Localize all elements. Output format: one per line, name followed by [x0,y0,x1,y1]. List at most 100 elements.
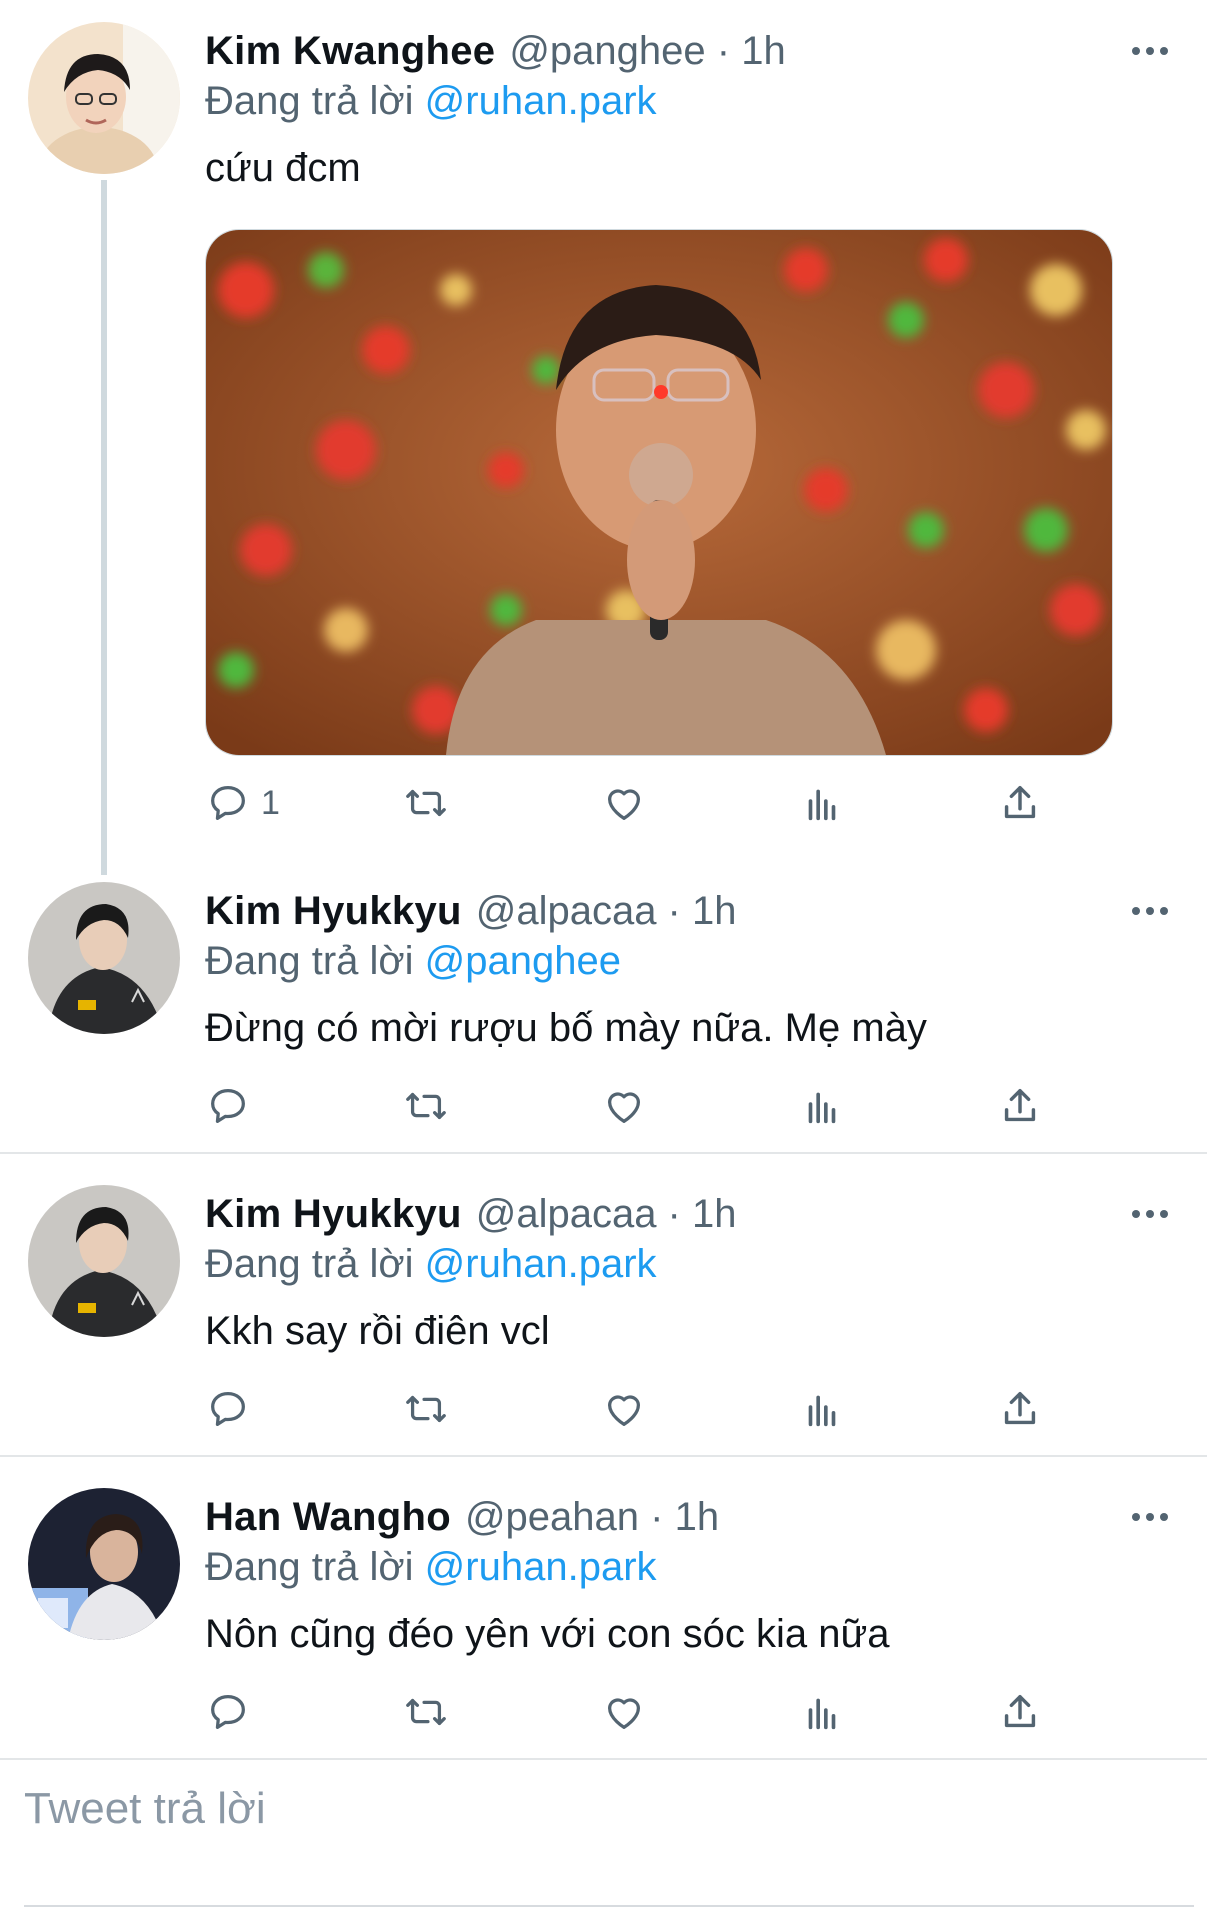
reply-count: 1 [261,783,280,822]
analytics-icon [808,1092,836,1124]
divider [0,1758,1207,1760]
analytics-icon [808,1395,836,1427]
share-icon [1004,1391,1036,1425]
more-button[interactable] [1120,891,1180,931]
author-name[interactable]: Kim Hyukkyu [205,1192,462,1236]
tweet[interactable]: Kim Kwanghee @panghee · 1h Đang trả lời @… [0,0,1207,860]
analytics-button[interactable] [799,1682,845,1742]
more-button[interactable] [1120,31,1180,71]
tweet[interactable]: Kim Hyukkyu @alpacaa · 1h Đang trả lời @r… [0,1163,1207,1463]
tweet-text: Đừng có mời rượu bố mày nữa. Mẹ mày [205,1006,927,1050]
more-button[interactable] [1120,1497,1180,1537]
more-icon-dot [1132,47,1140,55]
reply-button[interactable] [205,1682,251,1742]
author-handle[interactable]: @alpacaa · 1h [476,889,737,933]
like-icon [607,789,641,820]
replying-prefix: Đang trả lời [205,79,414,123]
tweet-actions [205,1682,1085,1742]
author-handle[interactable]: @panghee · 1h [509,29,785,73]
analytics-button[interactable] [799,773,845,833]
tweet-actions: 1 [205,773,1085,833]
composer-underline [24,1905,1194,1907]
tweet-actions [205,1379,1085,1439]
more-icon-dot [1146,1513,1154,1521]
avatar[interactable] [28,1185,180,1337]
reply-mention-link[interactable]: @panghee [425,939,621,983]
avatar[interactable] [28,1488,180,1640]
reply-button[interactable]: 1 [205,773,280,833]
avatar-photo [28,882,180,1034]
tweet-media-video[interactable] [205,229,1113,756]
like-icon [607,1092,641,1123]
retweet-icon [406,1092,446,1120]
tweet-text: Nôn cũng đéo yên với con sóc kia nữa [205,1612,890,1656]
analytics-button[interactable] [799,1076,845,1136]
share-button[interactable] [997,773,1043,833]
reply-mention-link[interactable]: @ruhan.park [425,1545,657,1589]
retweet-button[interactable] [403,1379,449,1439]
retweet-button[interactable] [403,1076,449,1136]
share-button[interactable] [997,1682,1043,1742]
retweet-button[interactable] [403,1682,449,1742]
reply-mention-link[interactable]: @ruhan.park [425,79,657,123]
reply-icon [211,786,245,820]
more-icon-dot [1132,907,1140,915]
reply-mention-link[interactable]: @ruhan.park [425,1242,657,1286]
more-icon-dot [1160,1513,1168,1521]
more-icon-dot [1160,47,1168,55]
replying-prefix: Đang trả lời [205,1242,414,1286]
reply-icon [211,1089,245,1123]
reply-icon [211,1392,245,1426]
tweet-actions [205,1076,1085,1136]
like-button[interactable] [601,1076,647,1136]
author-handle[interactable]: @peahan · 1h [465,1495,719,1539]
avatar-photo [28,1488,180,1640]
tweet-text: cứu đcm [205,146,361,190]
author-name[interactable]: Kim Kwanghee [205,29,495,73]
retweet-button[interactable] [403,773,449,833]
more-icon-dot [1160,907,1168,915]
divider [0,1152,1207,1154]
share-button[interactable] [997,1076,1043,1136]
more-icon-dot [1146,1210,1154,1218]
avatar-photo [28,1185,180,1337]
replying-prefix: Đang trả lời [205,939,414,983]
replying-prefix: Đang trả lời [205,1545,414,1589]
author-name[interactable]: Han Wangho [205,1495,451,1539]
media-thumbnail [206,230,1112,755]
like-button[interactable] [601,1379,647,1439]
analytics-button[interactable] [799,1379,845,1439]
avatar[interactable] [28,22,180,174]
reply-input[interactable]: Tweet trả lời [24,1783,266,1835]
more-icon-dot [1146,907,1154,915]
analytics-icon [808,789,836,821]
like-button[interactable] [601,773,647,833]
more-icon-dot [1132,1513,1140,1521]
avatar[interactable] [28,882,180,1034]
share-icon [1004,1694,1036,1728]
reply-button[interactable] [205,1076,251,1136]
like-button[interactable] [601,1682,647,1742]
more-icon-dot [1132,1210,1140,1218]
reply-button[interactable] [205,1379,251,1439]
more-icon-dot [1160,1210,1168,1218]
author-name[interactable]: Kim Hyukkyu [205,889,462,933]
tweet-text: Kkh say rồi điên vcl [205,1309,550,1353]
analytics-icon [808,1698,836,1730]
author-handle[interactable]: @alpacaa · 1h [476,1192,737,1236]
replying-to: Đang trả lời @ruhan.park [205,77,657,125]
tweet[interactable]: Kim Hyukkyu @alpacaa · 1h Đang trả lời @p… [0,860,1207,1160]
more-icon-dot [1146,47,1154,55]
divider [0,1455,1207,1457]
share-button[interactable] [997,1379,1043,1439]
avatar-photo [28,22,180,174]
share-icon [1004,785,1036,819]
retweet-icon [406,1698,446,1726]
tweet[interactable]: Han Wangho @peahan · 1h Đang trả lời @ruh… [0,1466,1207,1766]
retweet-icon [406,1395,446,1423]
replying-to: Đang trả lời @panghee [205,937,621,985]
more-button[interactable] [1120,1194,1180,1234]
replying-to: Đang trả lời @ruhan.park [205,1240,657,1288]
retweet-icon [406,789,446,817]
like-icon [607,1698,641,1729]
